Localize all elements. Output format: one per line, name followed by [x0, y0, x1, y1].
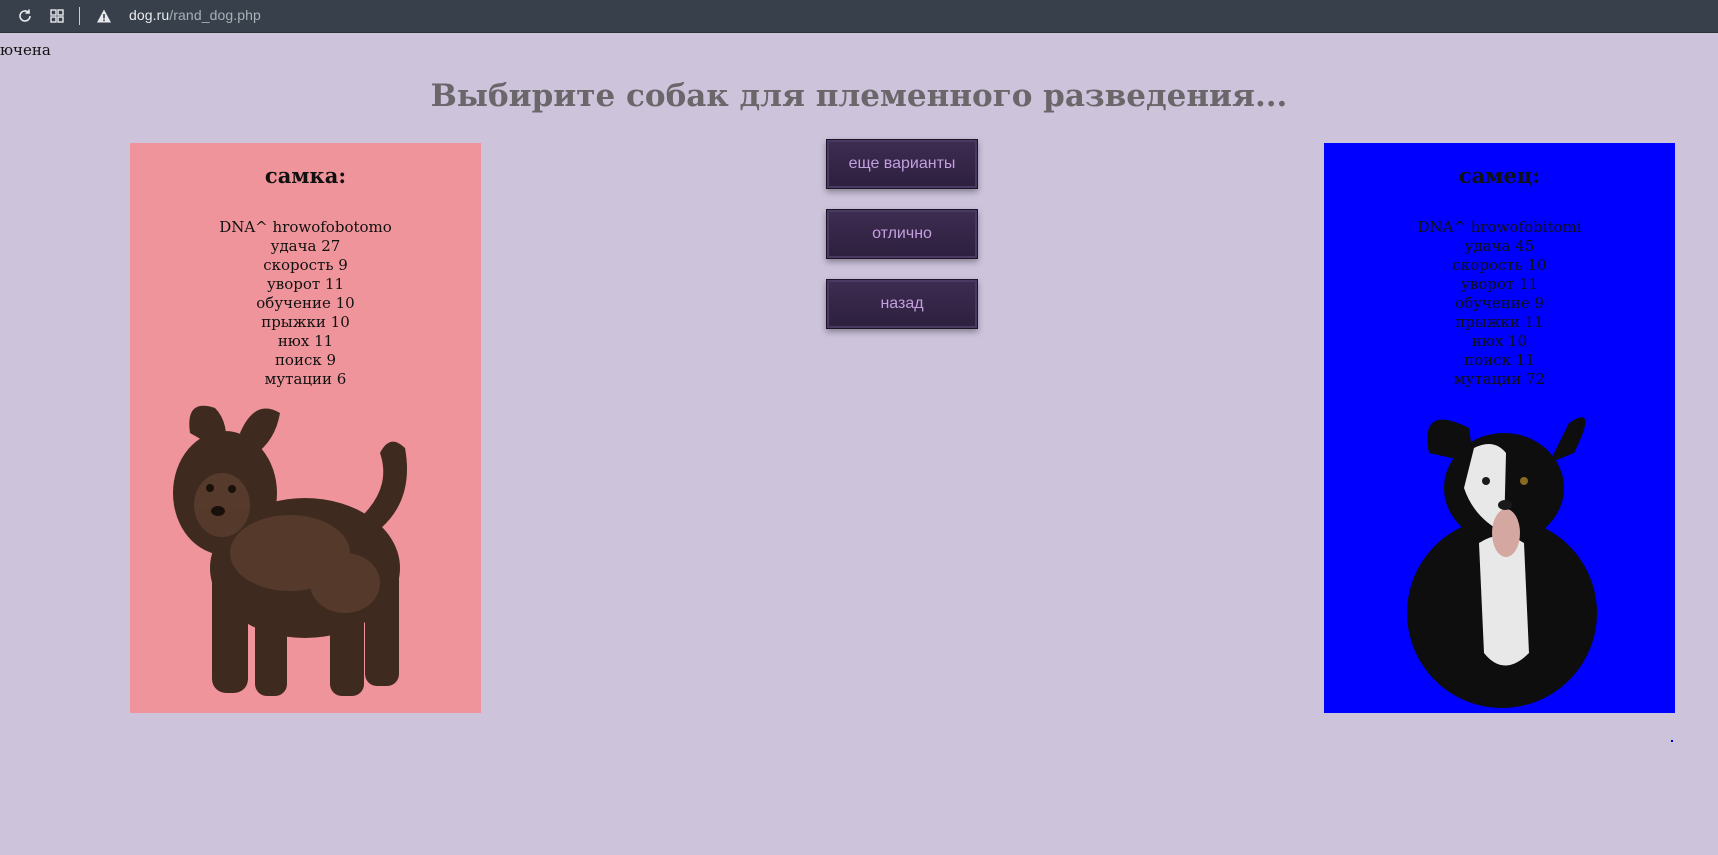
- male-stat-dodge: уворот 11: [1460, 275, 1539, 293]
- url-path: /rand_dog.php: [169, 7, 261, 23]
- corner-text: ючена: [0, 41, 51, 59]
- female-dna: DNA^ hrowofobotomo: [219, 218, 392, 236]
- male-stat-speed: скорость 10: [1452, 256, 1547, 274]
- url-domain: dog.ru: [129, 7, 170, 23]
- female-stats: DNA^ hrowofobotomo удача 27 скорость 9 у…: [130, 218, 481, 389]
- ok-button[interactable]: отлично: [826, 209, 978, 259]
- male-stat-luck: удача 45: [1464, 237, 1535, 255]
- female-stat-dodge: уворот 11: [266, 275, 345, 293]
- female-stat-scent: нюх 11: [277, 332, 334, 350]
- more-options-button[interactable]: еще варианты: [826, 139, 978, 189]
- male-dog-image: [1407, 417, 1597, 708]
- male-stat-mutations: мутации 72: [1453, 370, 1546, 388]
- female-stat-jumps: прыжки 10: [261, 313, 350, 331]
- female-stat-mutations: мутации 6: [264, 370, 347, 388]
- male-stat-training: обучение 9: [1455, 294, 1544, 312]
- back-button[interactable]: назад: [826, 279, 978, 329]
- address-bar[interactable]: dog.ru/rand_dog.php: [129, 7, 261, 23]
- female-stat-luck: удача 27: [270, 237, 341, 255]
- male-heading: самец:: [1458, 163, 1541, 188]
- female-heading: самка:: [264, 163, 347, 188]
- male-stat-search: поиск 11: [1464, 351, 1535, 369]
- male-stats: DNA^ hrowofobitomi удача 45 скорость 10 …: [1324, 218, 1675, 389]
- female-stat-search: поиск 9: [274, 351, 337, 369]
- male-stat-scent: нюх 10: [1471, 332, 1528, 350]
- reload-icon[interactable]: [14, 5, 36, 27]
- male-dna: DNA^ hrowofobitomi: [1417, 218, 1582, 236]
- toolbar-separator: [79, 7, 80, 25]
- page-title: Выбирите собак для племенного разведения…: [430, 78, 1288, 114]
- browser-toolbar: dog.ru/rand_dog.php: [0, 0, 1718, 33]
- female-dog-image: [173, 405, 407, 696]
- female-stat-speed: скорость 9: [263, 256, 348, 274]
- female-stat-training: обучение 10: [256, 294, 355, 312]
- not-secure-warning-icon[interactable]: [93, 5, 115, 27]
- male-card: самец: DNA^ hrowofobitomi удача 45 скоро…: [1324, 143, 1675, 713]
- tabs-grid-icon[interactable]: [46, 5, 68, 27]
- decorative-dot: [1671, 740, 1673, 742]
- female-card: самка: DNA^ hrowofobotomo удача 27 скоро…: [130, 143, 481, 713]
- male-stat-jumps: прыжки 11: [1455, 313, 1544, 331]
